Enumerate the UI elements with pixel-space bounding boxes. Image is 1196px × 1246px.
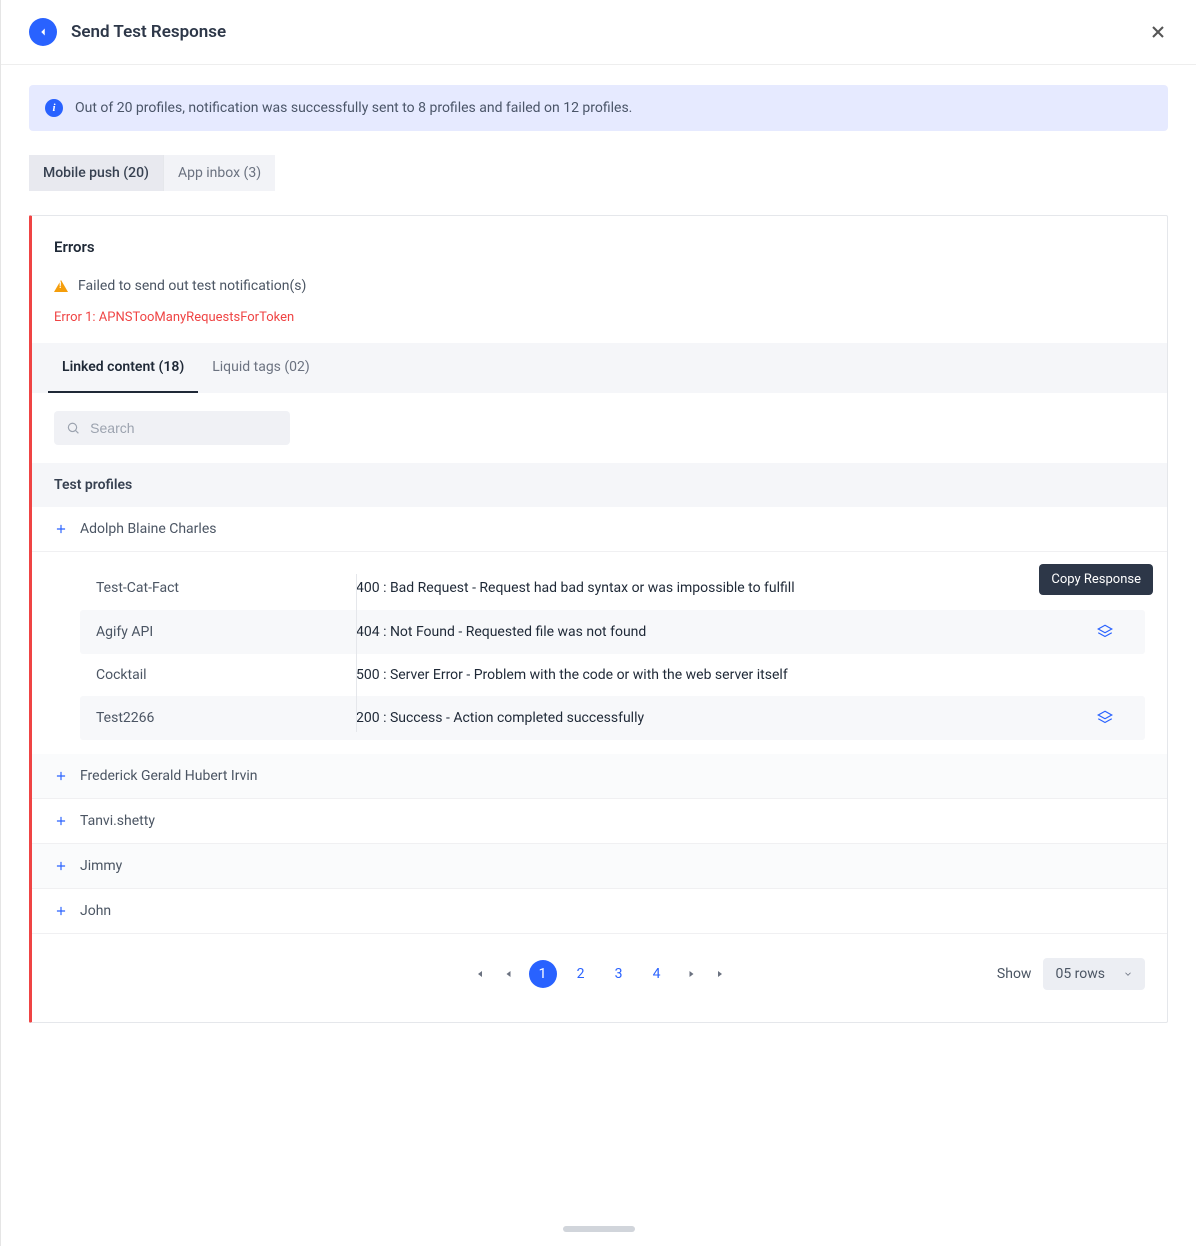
warn-text: Failed to send out test notification(s)	[78, 278, 306, 294]
response-name: Cocktail	[96, 667, 356, 683]
profile-name: John	[80, 903, 111, 919]
rows-select[interactable]: 05 rows	[1043, 958, 1145, 990]
profile-name: Adolph Blaine Charles	[80, 521, 216, 537]
warning-icon	[54, 280, 68, 292]
page-3[interactable]: 3	[605, 960, 633, 988]
layers-icon	[1096, 709, 1114, 727]
search-input[interactable]	[90, 420, 278, 436]
page-4[interactable]: 4	[643, 960, 671, 988]
profile-row[interactable]: Tanvi.shetty	[32, 799, 1167, 844]
back-button[interactable]	[29, 18, 57, 46]
profile-name: Tanvi.shetty	[80, 813, 155, 829]
expand-icon	[54, 904, 68, 918]
copy-tooltip: Copy Response	[1039, 564, 1153, 595]
drag-handle[interactable]	[563, 1226, 635, 1232]
copy-response-button[interactable]	[1081, 623, 1129, 641]
profile-row[interactable]: Adolph Blaine Charles	[32, 507, 1167, 552]
tab-app-inbox[interactable]: App inbox (3)	[164, 155, 275, 191]
pager-prev[interactable]	[499, 964, 519, 984]
expand-icon	[54, 859, 68, 873]
page-1[interactable]: 1	[529, 960, 557, 988]
pager-next[interactable]	[681, 964, 701, 984]
pagination-bar: 1 2 3 4 Show 05 rows	[32, 934, 1167, 1022]
banner-text: Out of 20 profiles, notification was suc…	[75, 100, 632, 116]
pager-last[interactable]	[711, 964, 731, 984]
profile-name: Frederick Gerald Hubert Irvin	[80, 768, 258, 784]
page-2[interactable]: 2	[567, 960, 595, 988]
response-row: Test2266 200 : Success - Action complete…	[80, 696, 1145, 740]
rows-value: 05 rows	[1055, 966, 1105, 982]
layers-icon	[1096, 623, 1114, 641]
tab-liquid-tags[interactable]: Liquid tags (02)	[198, 343, 324, 393]
expanded-content: Test-Cat-Fact 400 : Bad Request - Reques…	[32, 552, 1167, 754]
inner-tabs: Linked content (18) Liquid tags (02)	[32, 343, 1167, 393]
profile-row[interactable]: Frederick Gerald Hubert Irvin	[32, 754, 1167, 799]
response-status: 200 : Success - Action completed success…	[356, 710, 1081, 726]
info-icon: i	[45, 99, 63, 117]
expand-icon	[54, 522, 68, 536]
chevron-down-icon	[1123, 969, 1133, 979]
tab-linked-content[interactable]: Linked content (18)	[48, 343, 198, 393]
profile-row[interactable]: John	[32, 889, 1167, 934]
test-profiles-head: Test profiles	[32, 463, 1167, 507]
response-name: Agify API	[96, 624, 356, 640]
close-icon	[1148, 22, 1168, 42]
tab-mobile-push[interactable]: Mobile push (20)	[29, 155, 164, 191]
profile-row[interactable]: Jimmy	[32, 844, 1167, 889]
info-banner: i Out of 20 profiles, notification was s…	[29, 85, 1168, 131]
pager-first[interactable]	[469, 964, 489, 984]
error-code: Error 1: APNSTooManyRequestsForToken	[54, 310, 1145, 325]
response-row: Test-Cat-Fact 400 : Bad Request - Reques…	[80, 566, 1145, 610]
response-row: Agify API 404 : Not Found - Requested fi…	[80, 610, 1145, 654]
expand-icon	[54, 769, 68, 783]
search-icon	[66, 420, 80, 436]
response-name: Test-Cat-Fact	[96, 580, 356, 596]
response-name: Test2266	[96, 710, 356, 726]
grid-divider	[356, 574, 357, 732]
profile-name: Jimmy	[80, 858, 122, 874]
errors-heading: Errors	[54, 238, 1145, 256]
response-status: 404 : Not Found - Requested file was not…	[356, 624, 1081, 640]
search-box[interactable]	[54, 411, 290, 445]
show-label: Show	[997, 966, 1032, 982]
expand-icon	[54, 814, 68, 828]
arrow-left-icon	[36, 25, 50, 39]
copy-response-button[interactable]	[1081, 709, 1129, 727]
errors-panel: Errors Failed to send out test notificat…	[29, 215, 1168, 1023]
channel-tabs: Mobile push (20) App inbox (3)	[29, 155, 1168, 191]
close-button[interactable]	[1146, 20, 1170, 44]
response-status: 500 : Server Error - Problem with the co…	[356, 667, 1081, 683]
page-title: Send Test Response	[71, 22, 226, 42]
response-row: Cocktail 500 : Server Error - Problem wi…	[80, 654, 1145, 696]
response-status: 400 : Bad Request - Request had bad synt…	[356, 580, 1081, 596]
